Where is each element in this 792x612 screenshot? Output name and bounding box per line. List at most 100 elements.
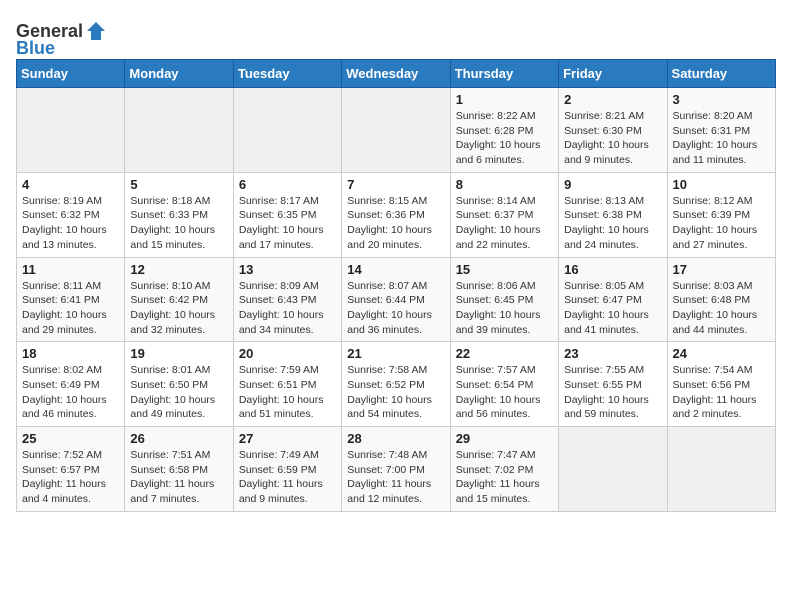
day-cell: 12 Sunrise: 8:10 AM Sunset: 6:42 PM Dayli… — [125, 257, 233, 342]
day-info: Sunrise: 8:13 AM Sunset: 6:38 PM Dayligh… — [564, 194, 661, 253]
day-number: 9 — [564, 177, 661, 192]
calendar-body: 1 Sunrise: 8:22 AM Sunset: 6:28 PM Daylig… — [17, 88, 776, 512]
day-cell: 23 Sunrise: 7:55 AM Sunset: 6:55 PM Dayli… — [559, 342, 667, 427]
col-header-monday: Monday — [125, 60, 233, 88]
day-cell: 1 Sunrise: 8:22 AM Sunset: 6:28 PM Daylig… — [450, 88, 558, 173]
day-number: 14 — [347, 262, 444, 277]
day-info: Sunrise: 7:48 AM Sunset: 7:00 PM Dayligh… — [347, 448, 444, 507]
day-cell: 26Sunrise: 7:51 AM Sunset: 6:58 PM Dayli… — [125, 427, 233, 512]
day-number: 6 — [239, 177, 336, 192]
day-cell — [233, 88, 341, 173]
day-info: Sunrise: 7:49 AM Sunset: 6:59 PM Dayligh… — [239, 448, 336, 507]
day-number: 12 — [130, 262, 227, 277]
day-info: Sunrise: 8:05 AM Sunset: 6:47 PM Dayligh… — [564, 279, 661, 338]
day-info: Sunrise: 7:52 AM Sunset: 6:57 PM Dayligh… — [22, 448, 119, 507]
day-number: 13 — [239, 262, 336, 277]
day-number: 4 — [22, 177, 119, 192]
day-info: Sunrise: 7:55 AM Sunset: 6:55 PM Dayligh… — [564, 363, 661, 422]
day-info: Sunrise: 8:19 AM Sunset: 6:32 PM Dayligh… — [22, 194, 119, 253]
day-cell: 11 Sunrise: 8:11 AM Sunset: 6:41 PM Dayli… — [17, 257, 125, 342]
day-info: Sunrise: 8:15 AM Sunset: 6:36 PM Dayligh… — [347, 194, 444, 253]
day-cell — [342, 88, 450, 173]
day-info: Sunrise: 8:01 AM Sunset: 6:50 PM Dayligh… — [130, 363, 227, 422]
day-cell: 13 Sunrise: 8:09 AM Sunset: 6:43 PM Dayli… — [233, 257, 341, 342]
calendar-thead: SundayMondayTuesdayWednesdayThursdayFrid… — [17, 60, 776, 88]
day-number: 22 — [456, 346, 553, 361]
col-header-friday: Friday — [559, 60, 667, 88]
week-row-5: 25 Sunrise: 7:52 AM Sunset: 6:57 PM Dayli… — [17, 427, 776, 512]
day-info: Sunrise: 8:06 AM Sunset: 6:45 PM Dayligh… — [456, 279, 553, 338]
day-number: 28 — [347, 431, 444, 446]
day-cell: 21Sunrise: 7:58 AM Sunset: 6:52 PM Dayli… — [342, 342, 450, 427]
day-number: 19 — [130, 346, 227, 361]
day-cell: 6 Sunrise: 8:17 AM Sunset: 6:35 PM Daylig… — [233, 172, 341, 257]
col-header-tuesday: Tuesday — [233, 60, 341, 88]
day-cell: 15 Sunrise: 8:06 AM Sunset: 6:45 PM Dayli… — [450, 257, 558, 342]
day-cell: 7 Sunrise: 8:15 AM Sunset: 6:36 PM Daylig… — [342, 172, 450, 257]
calendar-table: SundayMondayTuesdayWednesdayThursdayFrid… — [16, 59, 776, 512]
day-cell: 3 Sunrise: 8:20 AM Sunset: 6:31 PM Daylig… — [667, 88, 775, 173]
day-info: Sunrise: 7:57 AM Sunset: 6:54 PM Dayligh… — [456, 363, 553, 422]
day-cell: 17 Sunrise: 8:03 AM Sunset: 6:48 PM Dayli… — [667, 257, 775, 342]
day-number: 20 — [239, 346, 336, 361]
week-row-2: 4 Sunrise: 8:19 AM Sunset: 6:32 PM Daylig… — [17, 172, 776, 257]
day-cell — [17, 88, 125, 173]
day-cell: 20Sunrise: 7:59 AM Sunset: 6:51 PM Dayli… — [233, 342, 341, 427]
day-info: Sunrise: 8:03 AM Sunset: 6:48 PM Dayligh… — [673, 279, 770, 338]
day-info: Sunrise: 7:51 AM Sunset: 6:58 PM Dayligh… — [130, 448, 227, 507]
header-row: SundayMondayTuesdayWednesdayThursdayFrid… — [17, 60, 776, 88]
week-row-4: 18 Sunrise: 8:02 AM Sunset: 6:49 PM Dayli… — [17, 342, 776, 427]
day-cell: 27 Sunrise: 7:49 AM Sunset: 6:59 PM Dayli… — [233, 427, 341, 512]
day-cell: 9 Sunrise: 8:13 AM Sunset: 6:38 PM Daylig… — [559, 172, 667, 257]
day-info: Sunrise: 8:02 AM Sunset: 6:49 PM Dayligh… — [22, 363, 119, 422]
day-number: 21 — [347, 346, 444, 361]
day-cell: 4 Sunrise: 8:19 AM Sunset: 6:32 PM Daylig… — [17, 172, 125, 257]
day-info: Sunrise: 8:12 AM Sunset: 6:39 PM Dayligh… — [673, 194, 770, 253]
day-info: Sunrise: 7:47 AM Sunset: 7:02 PM Dayligh… — [456, 448, 553, 507]
day-info: Sunrise: 8:21 AM Sunset: 6:30 PM Dayligh… — [564, 109, 661, 168]
col-header-sunday: Sunday — [17, 60, 125, 88]
day-cell — [559, 427, 667, 512]
day-info: Sunrise: 8:14 AM Sunset: 6:37 PM Dayligh… — [456, 194, 553, 253]
day-number: 23 — [564, 346, 661, 361]
day-cell: 22 Sunrise: 7:57 AM Sunset: 6:54 PM Dayli… — [450, 342, 558, 427]
day-number: 5 — [130, 177, 227, 192]
day-info: Sunrise: 8:09 AM Sunset: 6:43 PM Dayligh… — [239, 279, 336, 338]
day-info: Sunrise: 8:11 AM Sunset: 6:41 PM Dayligh… — [22, 279, 119, 338]
day-number: 1 — [456, 92, 553, 107]
day-number: 16 — [564, 262, 661, 277]
day-number: 18 — [22, 346, 119, 361]
day-cell: 18 Sunrise: 8:02 AM Sunset: 6:49 PM Dayli… — [17, 342, 125, 427]
day-number: 8 — [456, 177, 553, 192]
day-number: 3 — [673, 92, 770, 107]
day-info: Sunrise: 8:22 AM Sunset: 6:28 PM Dayligh… — [456, 109, 553, 168]
day-cell: 24 Sunrise: 7:54 AM Sunset: 6:56 PM Dayli… — [667, 342, 775, 427]
day-number: 24 — [673, 346, 770, 361]
week-row-3: 11 Sunrise: 8:11 AM Sunset: 6:41 PM Dayli… — [17, 257, 776, 342]
week-row-1: 1 Sunrise: 8:22 AM Sunset: 6:28 PM Daylig… — [17, 88, 776, 173]
day-cell: 2Sunrise: 8:21 AM Sunset: 6:30 PM Daylig… — [559, 88, 667, 173]
day-cell: 10 Sunrise: 8:12 AM Sunset: 6:39 PM Dayli… — [667, 172, 775, 257]
day-number: 27 — [239, 431, 336, 446]
logo: General Blue — [16, 20, 107, 59]
day-info: Sunrise: 8:20 AM Sunset: 6:31 PM Dayligh… — [673, 109, 770, 168]
day-number: 29 — [456, 431, 553, 446]
day-cell: 5Sunrise: 8:18 AM Sunset: 6:33 PM Daylig… — [125, 172, 233, 257]
day-number: 7 — [347, 177, 444, 192]
logo-icon — [85, 20, 107, 42]
day-cell: 19 Sunrise: 8:01 AM Sunset: 6:50 PM Dayli… — [125, 342, 233, 427]
day-info: Sunrise: 8:17 AM Sunset: 6:35 PM Dayligh… — [239, 194, 336, 253]
day-cell — [667, 427, 775, 512]
col-header-thursday: Thursday — [450, 60, 558, 88]
day-number: 10 — [673, 177, 770, 192]
logo-blue: Blue — [16, 38, 55, 59]
day-info: Sunrise: 8:07 AM Sunset: 6:44 PM Dayligh… — [347, 279, 444, 338]
day-info: Sunrise: 7:54 AM Sunset: 6:56 PM Dayligh… — [673, 363, 770, 422]
day-number: 11 — [22, 262, 119, 277]
day-number: 25 — [22, 431, 119, 446]
day-cell: 16 Sunrise: 8:05 AM Sunset: 6:47 PM Dayli… — [559, 257, 667, 342]
day-info: Sunrise: 8:10 AM Sunset: 6:42 PM Dayligh… — [130, 279, 227, 338]
day-cell: 29 Sunrise: 7:47 AM Sunset: 7:02 PM Dayli… — [450, 427, 558, 512]
day-number: 15 — [456, 262, 553, 277]
day-number: 17 — [673, 262, 770, 277]
